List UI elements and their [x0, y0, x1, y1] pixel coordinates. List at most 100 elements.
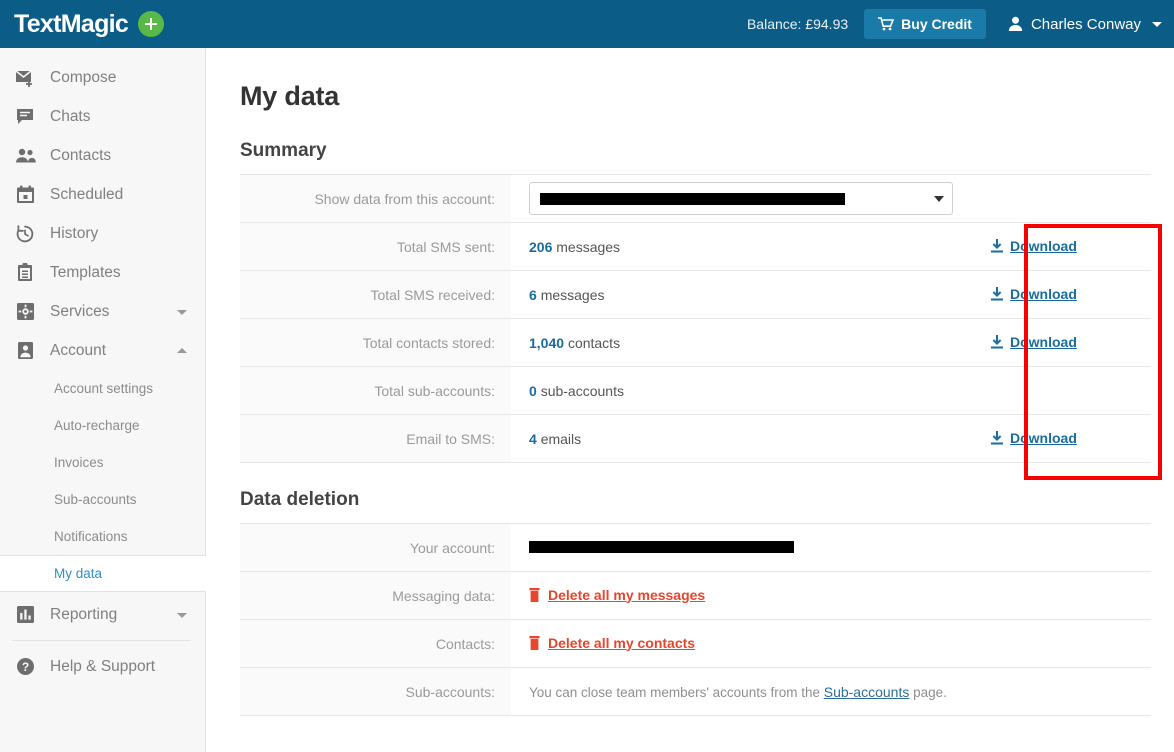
sidebar-item-services[interactable]: Services [0, 292, 205, 331]
buy-credit-label: Buy Credit [901, 16, 972, 32]
row-action: Download [981, 222, 1151, 271]
row-value: Delete all my messages [511, 571, 1151, 620]
row-value [511, 174, 981, 223]
table-row: Total sub-accounts: 0 sub-accounts [240, 366, 1151, 415]
sidebar-item-chats[interactable]: Chats [0, 97, 205, 136]
sidebar-subitem-sub-accounts[interactable]: Sub-accounts [0, 481, 205, 518]
sidebar-item-label: Templates [50, 263, 121, 281]
row-label: Sub-accounts: [240, 667, 511, 716]
download-icon [991, 238, 1003, 253]
sidebar-subitem-invoices[interactable]: Invoices [0, 444, 205, 481]
sidebar-subitem-label: Notifications [54, 529, 128, 544]
sidebar-item-compose[interactable]: Compose [0, 58, 205, 97]
row-label: Total contacts stored: [240, 318, 511, 367]
table-row: Messaging data: Delete all my messages [240, 571, 1151, 620]
caret-down-icon [1152, 21, 1162, 27]
row-action: Download [981, 414, 1151, 463]
row-label: Email to SMS: [240, 414, 511, 463]
data-deletion-heading: Data deletion [240, 489, 360, 510]
sidebar-item-label: Chats [50, 107, 91, 125]
row-unit: sub-accounts [540, 382, 624, 399]
sidebar-subitem-auto-recharge[interactable]: Auto-recharge [0, 407, 205, 444]
download-link[interactable]: Download [991, 430, 1077, 446]
sidebar-item-label: Services [50, 302, 110, 320]
sidebar-subitem-my-data[interactable]: My data [0, 555, 206, 592]
caret-up-icon [177, 347, 187, 353]
trash-icon [529, 587, 540, 602]
sidebar-subitem-account-settings[interactable]: Account settings [0, 370, 205, 407]
download-link[interactable]: Download [991, 334, 1077, 350]
row-action [981, 366, 1151, 415]
sidebar-subitem-label: Account settings [54, 381, 154, 396]
delete-contacts-label: Delete all my contacts [548, 634, 696, 651]
row-label: Contacts: [240, 619, 511, 668]
sidebar-subitem-label: Auto-recharge [54, 418, 140, 433]
row-unit: emails [540, 430, 582, 447]
user-menu[interactable]: Charles Conway [1008, 16, 1162, 33]
sidebar-item-label: History [50, 224, 99, 242]
main-content: My data Summary Show data from this acco… [207, 48, 1174, 752]
delete-messages-link[interactable]: Delete all my messages [529, 587, 705, 603]
data-deletion-table: Your account: Messaging data: Delete all… [240, 523, 1151, 716]
buy-credit-button[interactable]: Buy Credit [864, 9, 986, 39]
bar-chart-icon [14, 604, 36, 626]
row-number: 206 [529, 238, 553, 255]
sidebar-subitem-label: My data [54, 566, 103, 581]
sidebar-item-reporting[interactable]: Reporting [0, 595, 205, 634]
table-row: Sub-accounts: You can close team members… [240, 667, 1151, 716]
sidebar-subitem-label: Invoices [54, 455, 104, 470]
row-value: You can close team members' accounts fro… [511, 667, 1151, 716]
sidebar-item-label: Reporting [50, 605, 118, 623]
row-action: Download [981, 270, 1151, 319]
sidebar-item-label: Help & Support [50, 657, 156, 675]
caret-down-icon [177, 612, 187, 618]
plus-circle-icon[interactable] [138, 11, 165, 37]
download-label: Download [1010, 429, 1077, 446]
shopping-cart-icon [878, 17, 895, 31]
row-value [511, 523, 1151, 572]
balance-label: Balance: £94.93 [746, 16, 849, 32]
delete-contacts-link[interactable]: Delete all my contacts [529, 635, 695, 651]
brand-logo[interactable]: TextMagic [0, 0, 206, 48]
redacted-account-value [540, 192, 845, 205]
clock-history-icon [14, 223, 36, 245]
row-action [981, 174, 1151, 223]
download-label: Download [1010, 285, 1077, 302]
summary-table: Show data from this account: Total SMS s… [240, 174, 1151, 463]
table-row: Total SMS sent: 206 messages Download [240, 222, 1151, 271]
download-link[interactable]: Download [991, 286, 1077, 302]
redacted-account-email [529, 540, 794, 553]
download-icon [991, 334, 1003, 349]
sidebar-item-account[interactable]: Account [0, 331, 205, 370]
sidebar-item-help-support[interactable]: ? Help & Support [0, 647, 205, 686]
sidebar-subitem-notifications[interactable]: Notifications [0, 518, 205, 555]
sub-accounts-link[interactable]: Sub-accounts [824, 684, 910, 700]
sidebar-item-history[interactable]: History [0, 214, 205, 253]
clipboard-icon [14, 262, 36, 284]
row-unit: contacts [567, 334, 621, 351]
sidebar: Compose Chats Contacts Scheduled History… [0, 48, 206, 752]
summary-heading: Summary [240, 140, 327, 161]
table-row: Show data from this account: [240, 174, 1151, 223]
row-number: 6 [529, 286, 537, 303]
calendar-icon [14, 184, 36, 206]
sidebar-item-label: Account [50, 341, 107, 359]
sidebar-item-contacts[interactable]: Contacts [0, 136, 205, 175]
trash-icon [529, 635, 540, 650]
person-icon [1008, 16, 1023, 32]
table-row: Total SMS received: 6 messages Download [240, 270, 1151, 319]
row-number: 0 [529, 382, 537, 399]
row-number: 1,040 [529, 334, 565, 351]
row-number: 4 [529, 430, 537, 447]
sidebar-item-templates[interactable]: Templates [0, 253, 205, 292]
download-link[interactable]: Download [991, 238, 1077, 254]
row-label: Total SMS sent: [240, 222, 511, 271]
table-row: Your account: [240, 523, 1151, 572]
sidebar-item-label: Compose [50, 68, 117, 86]
sidebar-item-scheduled[interactable]: Scheduled [0, 175, 205, 214]
download-icon [991, 286, 1003, 301]
caret-down-icon [934, 195, 944, 202]
account-select[interactable] [529, 182, 953, 215]
sidebar-divider [12, 640, 191, 641]
svg-text:?: ? [21, 660, 28, 674]
